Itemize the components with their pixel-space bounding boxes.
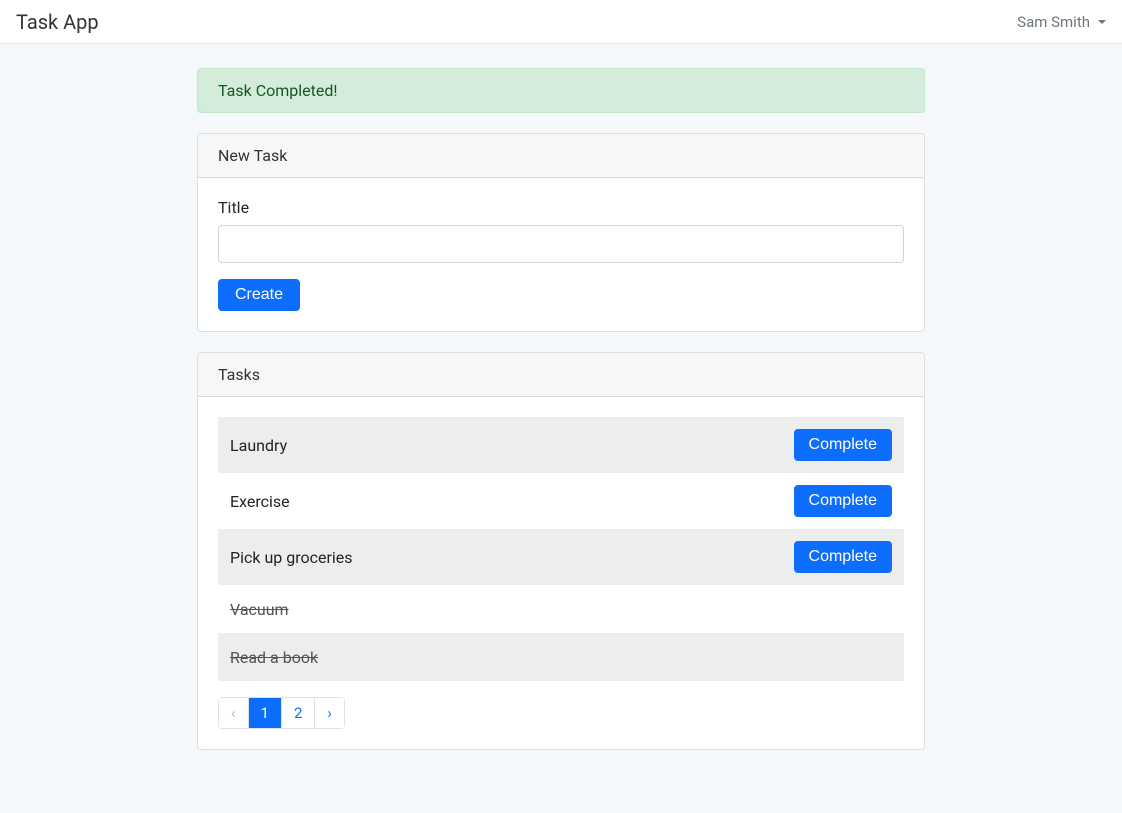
tasks-header: Tasks: [198, 353, 924, 397]
task-item: Read a book: [218, 633, 904, 681]
success-alert: Task Completed!: [197, 68, 925, 113]
task-item: Exercise Complete: [218, 473, 904, 529]
tasks-body: LaundryCompleteExerciseCompletePick up g…: [198, 397, 924, 749]
page-prev-link: ‹: [219, 698, 248, 728]
page-1-link: 1: [249, 698, 281, 728]
task-title: Laundry: [230, 436, 287, 455]
task-title: Read a book: [230, 648, 318, 667]
task-item: Vacuum: [218, 585, 904, 633]
complete-button[interactable]: Complete: [794, 429, 892, 461]
title-label: Title: [218, 198, 904, 217]
pagination: ‹12›: [218, 697, 904, 729]
alert-message: Task Completed!: [218, 81, 338, 100]
chevron-down-icon: [1098, 20, 1106, 24]
page-1[interactable]: 1: [248, 697, 282, 729]
page-2[interactable]: 2: [281, 697, 315, 729]
new-task-body: Title Create: [198, 178, 924, 331]
task-title: Exercise: [230, 492, 290, 511]
title-input[interactable]: [218, 225, 904, 263]
complete-button[interactable]: Complete: [794, 541, 892, 573]
page-prev: ‹: [218, 697, 249, 729]
task-item: Pick up groceries Complete: [218, 529, 904, 585]
navbar: Task App Sam Smith: [0, 0, 1122, 44]
create-button[interactable]: Create: [218, 279, 300, 311]
page-next-link: ›: [315, 698, 344, 728]
tasks-card: Tasks LaundryCompleteExerciseCompletePic…: [197, 352, 925, 750]
user-menu-dropdown[interactable]: Sam Smith: [1017, 13, 1106, 31]
complete-button[interactable]: Complete: [794, 485, 892, 517]
user-name: Sam Smith: [1017, 13, 1090, 31]
task-title: Pick up groceries: [230, 548, 353, 567]
task-item: Laundry Complete: [218, 417, 904, 473]
new-task-card: New Task Title Create: [197, 133, 925, 332]
page-next[interactable]: ›: [314, 697, 345, 729]
container: Task Completed! New Task Title Create Ta…: [197, 68, 925, 750]
new-task-header: New Task: [198, 134, 924, 178]
navbar-brand[interactable]: Task App: [16, 10, 99, 34]
task-list: LaundryCompleteExerciseCompletePick up g…: [218, 417, 904, 681]
page-2-link: 2: [282, 698, 314, 728]
main-content: Task Completed! New Task Title Create Ta…: [0, 44, 1122, 813]
task-title: Vacuum: [230, 600, 289, 619]
